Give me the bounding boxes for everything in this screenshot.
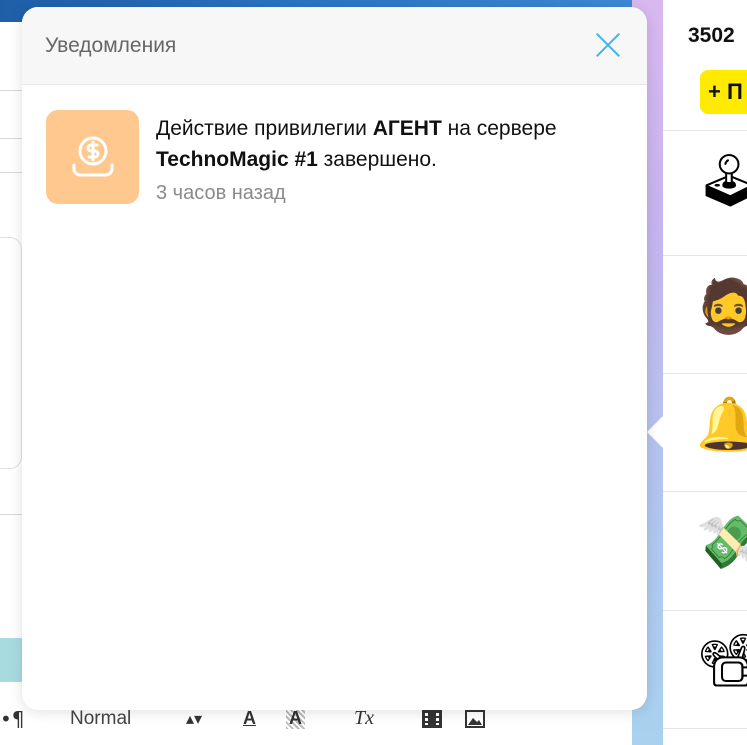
divider [0,172,22,173]
divider [663,610,747,611]
balance-count: 3502 [688,24,735,47]
background-card [0,237,22,469]
divider [663,130,747,131]
divider [663,373,747,374]
close-icon[interactable] [594,31,622,59]
notification-text: Действие привилегии АГЕНТ на сервере Tec… [156,117,557,171]
divider [0,138,22,139]
notification-item[interactable]: Действие привилегии АГЕНТ на сервере Tec… [46,110,626,210]
bell-icon[interactable]: 🔔 [696,390,747,460]
modal-header: Уведомления [22,7,647,85]
bearded-man-icon[interactable]: 🧔 [696,272,747,342]
coin-hand-icon [46,110,139,204]
divider [663,491,747,492]
notifications-modal: Уведомления Действие привилегии АГЕНТ на… [22,7,647,710]
divider [663,728,747,729]
notification-time: 3 часов назад [156,182,286,204]
divider [0,90,22,91]
background-color-button[interactable]: A [286,707,305,729]
modal-title: Уведомления [45,34,177,57]
server-name: TechnoMagic #1 [156,148,318,171]
privilege-name: АГЕНТ [372,117,442,140]
side-strip-arrow [647,416,663,448]
paragraph-button[interactable]: •¶ [0,692,25,745]
add-button[interactable]: + П [700,70,747,114]
divider [0,514,22,515]
joystick-icon[interactable]: 🕹 [696,146,747,216]
film-projector-icon[interactable]: 📽 [696,626,747,696]
divider [663,255,747,256]
money-wings-icon[interactable]: 💸 [696,508,747,578]
